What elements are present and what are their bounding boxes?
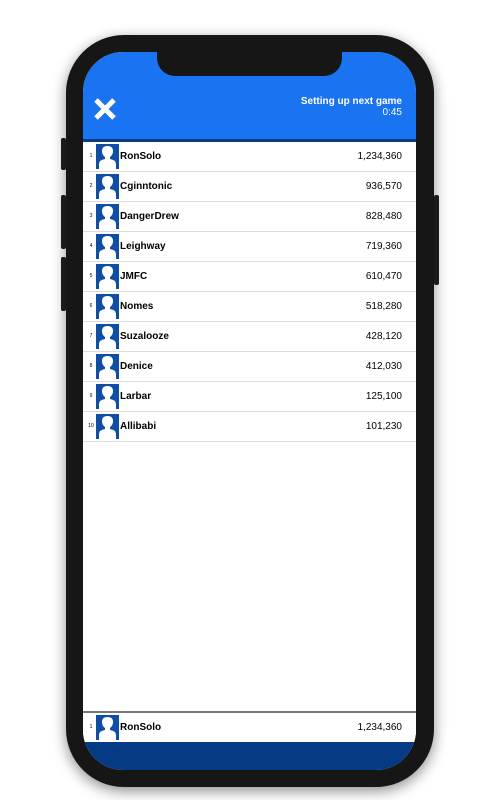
player-name: JMFC [120, 271, 148, 282]
bottom-bar [83, 742, 416, 770]
close-icon [94, 98, 116, 120]
leaderboard-row[interactable]: 6 Nomes 518,280 [83, 292, 416, 322]
rank-number: 4 [89, 243, 93, 249]
player-name: Cginntonic [120, 181, 173, 192]
leaderboard-row[interactable]: 7 Suzalooze 428,120 [83, 322, 416, 352]
player-score: 125,100 [365, 391, 402, 402]
leaderboard-row[interactable]: 1 RonSolo 1,234,360 [83, 142, 416, 172]
player-name: DangerDrew [120, 211, 179, 222]
rank-number: 1 [89, 153, 93, 159]
player-score: 428,120 [365, 331, 402, 342]
rank-number: 5 [89, 273, 93, 279]
device-notch [157, 52, 342, 76]
player-score: 610,470 [365, 271, 402, 282]
user-avatar-icon [96, 324, 119, 349]
leaderboard-row[interactable]: 3 DangerDrew 828,480 [83, 202, 416, 232]
rank-number: 1 [89, 724, 93, 730]
user-avatar-icon [96, 234, 119, 259]
user-avatar-icon [96, 264, 119, 289]
rank-number: 3 [89, 213, 93, 219]
player-score: 412,030 [365, 361, 402, 372]
player-name: Leighway [120, 241, 166, 252]
leaderboard-list: 1 RonSolo 1,234,360 2 Cginntonic 936,570 3 Dang… [83, 142, 416, 442]
leaderboard-row[interactable]: 2 Cginntonic 936,570 [83, 172, 416, 202]
rank-number: 2 [89, 183, 93, 189]
current-player-bar: 1 RonSolo 1,234,360 [83, 713, 416, 742]
close-button[interactable] [92, 96, 118, 122]
leaderboard-row[interactable]: 5 JMFC 610,470 [83, 262, 416, 292]
leaderboard-row[interactable]: 10 Allibabi 101,230 [83, 412, 416, 442]
current-player-row: 1 RonSolo 1,234,360 [83, 713, 416, 742]
player-name: Denice [120, 361, 153, 372]
player-name: RonSolo [120, 722, 162, 733]
leaderboard-row[interactable]: 4 Leighway 719,360 [83, 232, 416, 262]
player-name: Suzalooze [120, 331, 169, 342]
rank-number: 9 [89, 393, 93, 399]
player-score: 1,234,360 [357, 151, 403, 162]
player-score: 1,234,360 [357, 722, 403, 733]
player-score: 719,360 [365, 241, 402, 252]
rank-number: 6 [89, 303, 93, 309]
app-screen: Setting up next game 0:45 1 RonSolo 1,234,… [83, 52, 416, 770]
player-score: 101,230 [365, 421, 402, 432]
power-button [434, 195, 439, 285]
user-avatar-icon [96, 414, 119, 439]
user-avatar-icon [96, 144, 119, 169]
user-avatar-icon [96, 354, 119, 379]
leaderboard-row[interactable]: 9 Larbar 125,100 [83, 382, 416, 412]
volume-up-button [61, 195, 66, 249]
user-avatar-icon [96, 294, 119, 319]
user-avatar-icon [96, 715, 119, 740]
user-avatar-icon [96, 384, 119, 409]
player-score: 936,570 [365, 181, 402, 192]
rank-number: 10 [88, 423, 94, 429]
player-score: 518,280 [365, 301, 402, 312]
leaderboard-row[interactable]: 8 Denice 412,030 [83, 352, 416, 382]
user-avatar-icon [96, 174, 119, 199]
player-name: Larbar [120, 391, 152, 402]
player-name: Nomes [120, 301, 154, 312]
countdown-timer: 0:45 [382, 107, 402, 118]
player-name: RonSolo [120, 151, 162, 162]
mute-switch [61, 138, 66, 170]
next-game-status: Setting up next game [300, 96, 402, 107]
rank-number: 7 [89, 333, 93, 339]
user-avatar-icon [96, 204, 119, 229]
player-score: 828,480 [365, 211, 402, 222]
player-name: Allibabi [120, 421, 157, 432]
rank-number: 8 [89, 363, 93, 369]
volume-down-button [61, 257, 66, 311]
